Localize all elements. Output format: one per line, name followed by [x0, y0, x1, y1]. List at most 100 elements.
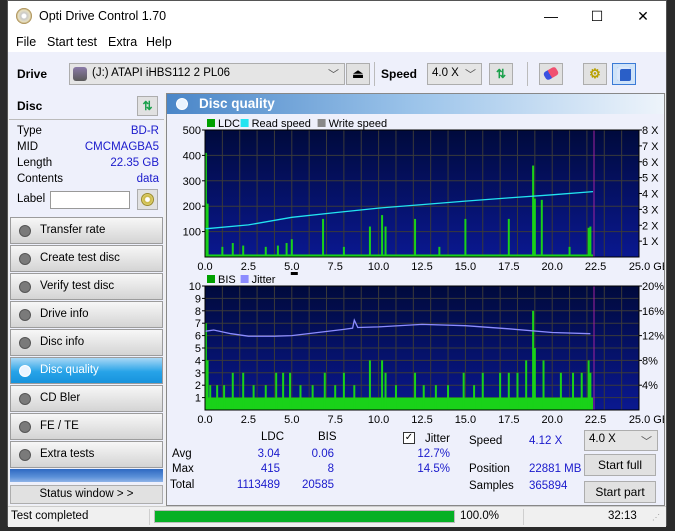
nav-label: Disc quality [40, 364, 99, 376]
save-icon [617, 67, 631, 81]
nav-verify-test-disc[interactable]: Verify test disc [10, 273, 163, 300]
nav-drive-info[interactable]: Drive info [10, 301, 163, 328]
speed-label: Speed [469, 435, 503, 447]
legend-label: Read speed [252, 118, 311, 130]
bis-bar [342, 372, 345, 410]
bis-bar [311, 385, 314, 410]
toolbar-divider [374, 62, 375, 86]
nav-cd-bler[interactable]: CD Bler [10, 385, 163, 412]
ldc-bar [276, 245, 279, 257]
start-full-button[interactable]: Start full [584, 454, 656, 476]
y-right-tick-label: 6 X [642, 157, 659, 169]
status-text: Test completed [11, 510, 89, 522]
resize-grip-icon[interactable]: ⋰ [652, 513, 660, 522]
ldc-bar [540, 199, 543, 257]
bis-bar [216, 385, 219, 410]
y-left-tick-label: 9 [195, 293, 201, 305]
ldc-bar [368, 226, 371, 257]
save-button[interactable] [612, 63, 636, 85]
ldc-bar [464, 218, 467, 257]
samples-readout: 365894 [529, 480, 568, 492]
options-button[interactable]: ⚙ [583, 63, 607, 85]
bis-bar [264, 385, 267, 410]
ldc-bar [532, 165, 535, 257]
y-right-tick-label: 1 X [642, 236, 659, 248]
speed-select[interactable]: 4.0 X ﹀ [427, 63, 482, 85]
bis-bar [206, 360, 209, 410]
y-left-tick-label: 8 [195, 306, 201, 318]
status-window-button[interactable]: Status window > > [10, 485, 163, 504]
col-jitter-header: Jitter [425, 433, 450, 445]
ldc-bar [342, 246, 345, 257]
disc-mid-value: CMCMAGBA5 [84, 141, 159, 153]
y-left-tick-label: 5 [195, 343, 201, 355]
menu-help[interactable]: Help [146, 35, 172, 49]
disc-length-value: 22.35 GB [110, 157, 159, 169]
disc-label-input[interactable] [50, 191, 130, 209]
jitter-checkbox[interactable]: ✓ [403, 432, 415, 444]
nav-fe-te[interactable]: FE / TE [10, 413, 163, 440]
maximize-button[interactable]: ☐ [574, 1, 620, 32]
window-title: Opti Drive Control 1.70 [39, 9, 167, 23]
ldc-bar [242, 245, 245, 257]
chevron-down-icon: ﹀ [641, 436, 652, 448]
y-right-tick-label: 4% [642, 380, 658, 392]
test-speed-select[interactable]: 4.0 X ﹀ [584, 430, 658, 451]
avg-jitter: 12.7% [417, 448, 450, 460]
x-tick-label: 7.5 [328, 414, 343, 426]
nav-transfer-rate[interactable]: Transfer rate [10, 217, 163, 244]
menu-start-test[interactable]: Start test [47, 35, 97, 49]
menu-file[interactable]: File [16, 35, 36, 49]
disc-label-button[interactable] [137, 189, 158, 210]
eject-icon: ⏏ [351, 66, 365, 81]
elapsed-time: 32:13 [608, 510, 637, 522]
ldc-bar [285, 243, 288, 257]
chevron-down-icon: ﹀ [328, 69, 339, 81]
disc-gear-icon [19, 309, 31, 321]
left-panel: Disc ⇅ Type BD-R MID CMCMAGBA5 Length 22… [9, 93, 164, 505]
nav-create-test-disc[interactable]: Create test disc [10, 245, 163, 272]
erase-button[interactable] [539, 63, 563, 85]
y-left-tick-label: 400 [183, 150, 201, 162]
y-left-tick-label: 4 [195, 355, 201, 367]
nav-extra-tests[interactable]: Extra tests [10, 441, 163, 468]
minimize-button[interactable]: — [528, 1, 574, 32]
ldc-bar [384, 226, 387, 257]
y-left-tick-label: 500 [183, 125, 201, 137]
refresh-button[interactable]: ⇅ [489, 63, 513, 85]
menu-extra[interactable]: Extra [108, 35, 137, 49]
disc-refresh-button[interactable]: ⇅ [137, 96, 158, 116]
total-ldc: 1113489 [236, 479, 280, 491]
ldc-bar [414, 218, 417, 257]
max-ldc: 415 [260, 463, 280, 475]
y-right-tick-label: 8 X [642, 125, 659, 137]
status-divider [149, 509, 150, 525]
disc-type-value: BD-R [130, 125, 159, 137]
start-part-button[interactable]: Start part [584, 481, 656, 503]
disc-gear-icon [19, 225, 31, 237]
options-icon: ⚙ [589, 66, 601, 81]
bis-bar [507, 372, 510, 410]
status-bar: Test completed 100.0% 32:13 ⋰ [8, 506, 666, 527]
nav-label: Verify test disc [40, 280, 115, 292]
disc-gear-icon [19, 365, 31, 377]
eject-button[interactable]: ⏏ [346, 63, 370, 85]
nav-disc-info[interactable]: Disc info [10, 329, 163, 356]
y-left-tick-label: 10 [189, 281, 201, 293]
drive-select[interactable]: (J:) ATAPI iHBS112 2 PL06 ﹀ [69, 63, 345, 85]
nav-disc-quality[interactable]: Disc quality [10, 357, 163, 384]
disc-contents-label: Contents [17, 173, 64, 185]
x-tick-label: 12.5 [411, 414, 432, 426]
bis-bar [334, 385, 337, 410]
y-left-tick-label: 100 [183, 227, 201, 239]
legend-swatch [240, 119, 249, 127]
refresh-icon: ⇅ [495, 67, 507, 81]
nav-label: Extra tests [40, 448, 95, 460]
close-button[interactable]: ✕ [620, 1, 666, 32]
position-label: Position [469, 463, 510, 475]
x-tick-label: 15.0 [455, 414, 476, 426]
nav-panel-fill [10, 469, 163, 482]
bis-bar [414, 372, 417, 410]
x-tick-label: 5.0 [284, 414, 299, 426]
disc-header: Disc ⇅ [9, 93, 164, 120]
